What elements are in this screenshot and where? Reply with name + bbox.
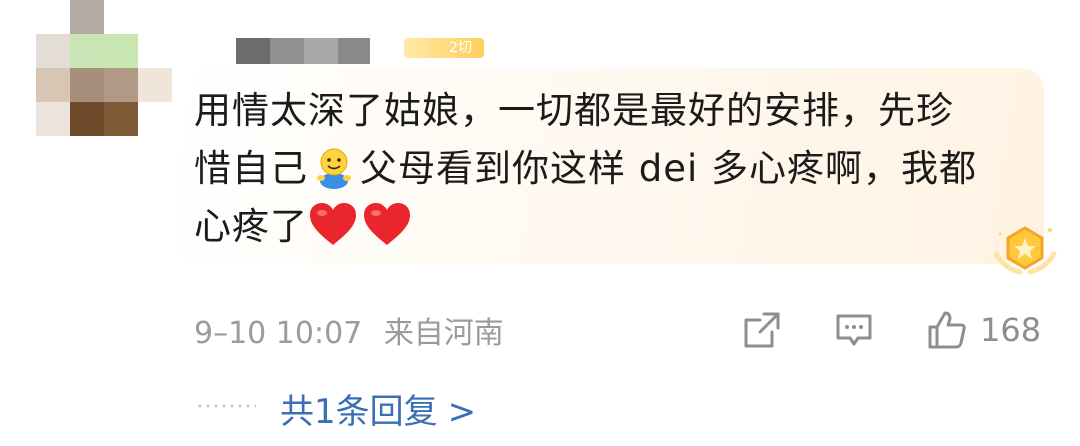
red-heart-icon (310, 203, 356, 245)
share-icon (744, 312, 780, 348)
comment-button[interactable] (834, 308, 874, 352)
like-count: 168 (980, 311, 1042, 349)
location: 来自河南 (383, 316, 504, 351)
chevron-right-icon: > (447, 392, 477, 432)
level-badge: 2切 (404, 38, 484, 58)
share-button[interactable] (742, 308, 782, 352)
red-heart-icon (364, 203, 410, 245)
replies-label: 共1条回复 (280, 392, 438, 432)
comment-line-3: 心疼了 (194, 198, 1024, 256)
view-replies-link[interactable]: 共1条回复 > (280, 384, 476, 433)
comment-line-1: 用情太深了姑娘，一切都是最好的安排，先珍 (194, 89, 954, 132)
timestamp: 9–10 10:07 (194, 316, 363, 351)
comment-line-2a: 惜自己 (194, 147, 308, 190)
comment-text: 用情太深了姑娘，一切都是最好的安排，先珍 惜自己 父母看到你这样 dei 多心疼… (194, 82, 1024, 256)
medal-icon (993, 226, 1057, 275)
smiley-emoji-icon (317, 148, 351, 189)
comment-meta: 9–10 10:07 来自河南 (194, 308, 516, 352)
comment-card: 2切 用情太深了姑娘，一切都是最好的安排，先珍 惜自己 父母看到你这样 dei … (0, 0, 1080, 446)
comment-line-3a: 心疼了 (194, 205, 308, 248)
comment-line-2b: 父母看到你这样 dei 多心疼啊，我都 (360, 147, 978, 190)
reply-divider (196, 404, 256, 408)
avatar[interactable] (36, 0, 172, 140)
thumbs-up-icon (928, 311, 966, 349)
like-button[interactable]: 168 (926, 308, 1041, 352)
username-blurred[interactable] (236, 38, 370, 64)
comment-icon (836, 314, 872, 346)
comment-line-2: 惜自己 父母看到你这样 dei 多心疼啊，我都 (194, 140, 1024, 198)
